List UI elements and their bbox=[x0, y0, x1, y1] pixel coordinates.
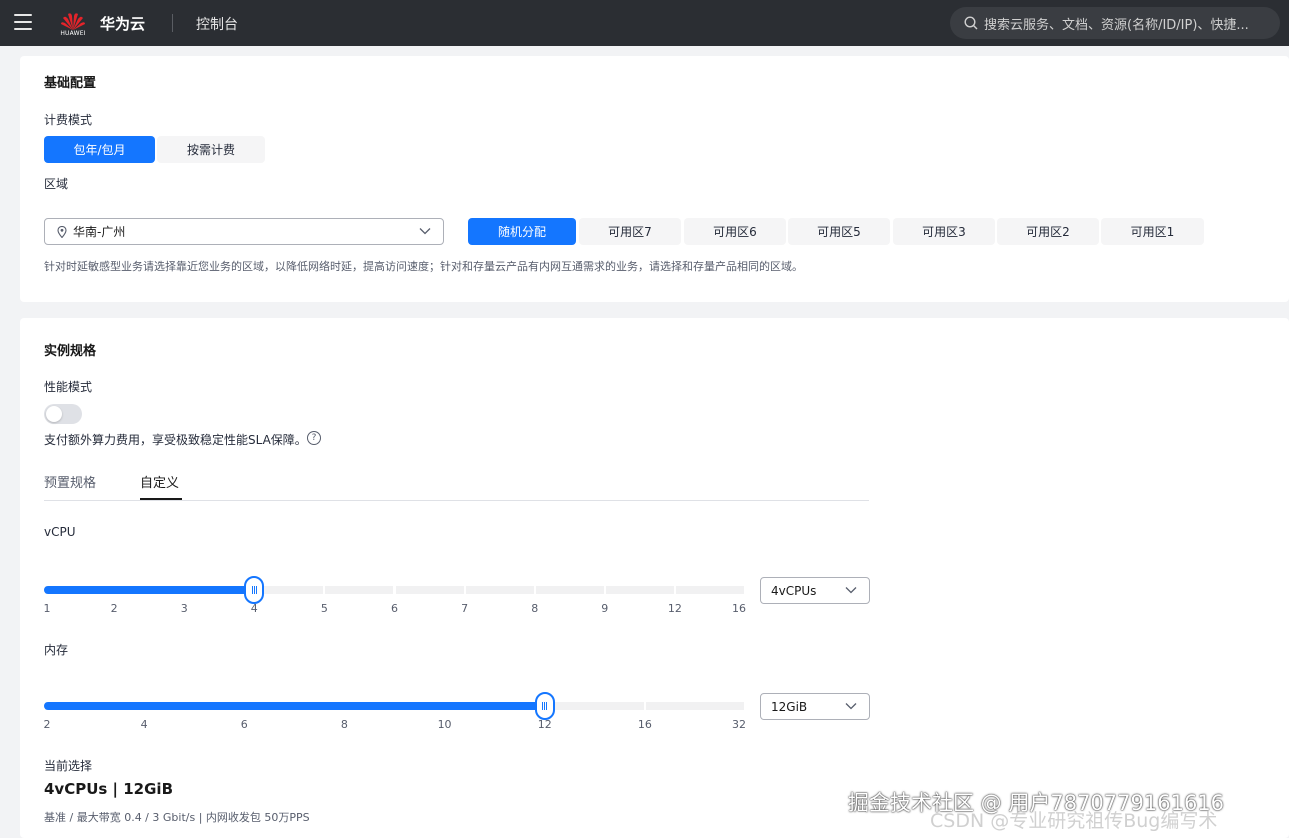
global-search-input[interactable]: 搜索云服务、文档、资源(名称/ID/IP)、快捷... bbox=[950, 7, 1280, 39]
vcpu-slider-tick-label: 9 bbox=[601, 602, 609, 615]
vcpu-slider-tick-label: 16 bbox=[732, 602, 746, 615]
vcpu-slider-tick-label: 1 bbox=[43, 602, 51, 615]
vcpu-slider[interactable] bbox=[44, 576, 745, 604]
search-placeholder: 搜索云服务、文档、资源(名称/ID/IP)、快捷... bbox=[984, 17, 1249, 33]
memory-slider-tick-label: 12 bbox=[537, 718, 552, 731]
memory-slider-tick-label: 32 bbox=[732, 718, 746, 731]
performance-mode-label: 性能模式 bbox=[44, 380, 93, 394]
performance-mode-toggle[interactable] bbox=[44, 404, 82, 424]
vcpu-slider-handle[interactable] bbox=[244, 576, 265, 604]
vcpu-slider-fill bbox=[44, 586, 255, 594]
section-title-instance: 实例规格 bbox=[44, 344, 97, 359]
az-random-button[interactable]: 随机分配 bbox=[468, 218, 576, 245]
vcpu-slider-track-segment[interactable] bbox=[605, 586, 674, 594]
memory-slider-tick-label: 8 bbox=[340, 718, 348, 731]
billing-pay-per-use-button[interactable]: 按需计费 bbox=[157, 136, 265, 163]
memory-slider-fill bbox=[44, 702, 545, 710]
instance-spec-card: 实例规格 性能模式 支付额外算力费用，享受极致稳定性能SLA保障。 ? 预置规格… bbox=[20, 318, 1289, 838]
vcpu-slider-tick-label: 2 bbox=[110, 602, 118, 615]
vcpu-slider-tick-label: 12 bbox=[667, 602, 682, 615]
vcpu-slider-tick-label: 4 bbox=[250, 602, 258, 615]
vcpu-slider-tick-label: 3 bbox=[180, 602, 188, 615]
chevron-down-icon bbox=[845, 703, 857, 710]
console-link[interactable]: 控制台 bbox=[196, 14, 238, 34]
memory-dropdown-value: 12GiB bbox=[771, 699, 808, 714]
vcpu-slider-track-segment[interactable] bbox=[535, 586, 604, 594]
region-select[interactable]: 华南-广州 bbox=[44, 218, 444, 245]
brand-name[interactable]: 华为云 bbox=[100, 13, 145, 34]
memory-slider-handle[interactable] bbox=[534, 692, 555, 720]
chevron-down-icon bbox=[845, 587, 857, 594]
az-1-button[interactable]: 可用区1 bbox=[1101, 218, 1204, 245]
vcpu-slider-tick-label: 7 bbox=[461, 602, 469, 615]
az-6-button[interactable]: 可用区6 bbox=[684, 218, 786, 245]
current-selection-value: 4vCPUs | 12GiB bbox=[44, 780, 174, 798]
memory-slider-tick-label: 2 bbox=[43, 718, 51, 731]
vcpu-slider-tick-label: 5 bbox=[320, 602, 328, 615]
logo-caption: HUAWEI bbox=[60, 30, 86, 37]
region-value: 华南-广州 bbox=[73, 225, 126, 239]
memory-dropdown[interactable]: 12GiB bbox=[760, 693, 870, 720]
az-5-button[interactable]: 可用区5 bbox=[788, 218, 890, 245]
csdn-watermark: CSDN @专业研究祖传Bug编写术 bbox=[930, 810, 1218, 832]
memory-label: 内存 bbox=[44, 643, 69, 657]
vcpu-dropdown-value: 4vCPUs bbox=[771, 583, 817, 598]
divider bbox=[172, 14, 173, 32]
vcpu-slider-tick-label: 8 bbox=[531, 602, 539, 615]
current-selection-label: 当前选择 bbox=[44, 759, 93, 773]
help-icon[interactable]: ? bbox=[307, 431, 321, 445]
bandwidth-pps-info: 基准 / 最大带宽 0.4 / 3 Gbit/s | 内网收发包 50万PPS bbox=[44, 811, 310, 824]
section-title-basic: 基础配置 bbox=[44, 76, 97, 91]
vcpu-slider-track-segment[interactable] bbox=[395, 586, 464, 594]
memory-slider-track-segment[interactable] bbox=[645, 702, 744, 710]
tab-custom[interactable]: 自定义 bbox=[140, 472, 179, 491]
memory-slider-tick-label: 16 bbox=[637, 718, 652, 731]
vcpu-slider-tick-label: 6 bbox=[391, 602, 398, 615]
memory-slider-tick-label: 6 bbox=[240, 718, 248, 731]
menu-icon[interactable] bbox=[14, 14, 32, 30]
search-icon bbox=[964, 16, 978, 30]
memory-slider-tick-label: 4 bbox=[140, 718, 148, 731]
vcpu-slider-track-segment[interactable] bbox=[255, 586, 324, 594]
billing-mode-label: 计费模式 bbox=[44, 113, 93, 127]
az-7-button[interactable]: 可用区7 bbox=[579, 218, 681, 245]
memory-slider-tick-label: 10 bbox=[437, 718, 452, 731]
tabs-divider bbox=[44, 500, 869, 501]
az-2-button[interactable]: 可用区2 bbox=[997, 218, 1099, 245]
billing-yearly-monthly-button[interactable]: 包年/包月 bbox=[44, 136, 155, 163]
active-tab-indicator bbox=[140, 498, 182, 500]
basic-config-card: 基础配置 计费模式 包年/包月 按需计费 区域 华南-广州 随机分配 可用区7 … bbox=[20, 56, 1289, 302]
memory-slider[interactable] bbox=[44, 692, 745, 720]
vcpu-slider-track-segment[interactable] bbox=[465, 586, 534, 594]
chevron-down-icon bbox=[419, 228, 431, 235]
vcpu-dropdown[interactable]: 4vCPUs bbox=[760, 577, 870, 604]
location-pin-icon bbox=[57, 225, 67, 238]
az-3-button[interactable]: 可用区3 bbox=[893, 218, 995, 245]
toggle-knob bbox=[46, 406, 62, 422]
region-hint: 针对时延敏感型业务请选择靠近您业务的区域，以降低网络时延，提高访问速度；针对和存… bbox=[44, 260, 803, 273]
region-label: 区域 bbox=[44, 177, 69, 191]
top-navigation-bar: HUAWEI 华为云 控制台 搜索云服务、文档、资源(名称/ID/IP)、快捷.… bbox=[0, 0, 1289, 46]
memory-slider-track-segment[interactable] bbox=[545, 702, 644, 710]
tab-preset-spec[interactable]: 预置规格 bbox=[44, 472, 96, 491]
vcpu-slider-track-segment[interactable] bbox=[325, 586, 394, 594]
performance-mode-hint: 支付额外算力费用，享受极致稳定性能SLA保障。 bbox=[44, 433, 307, 447]
vcpu-slider-track-segment[interactable] bbox=[675, 586, 744, 594]
vcpu-label: vCPU bbox=[44, 525, 76, 539]
